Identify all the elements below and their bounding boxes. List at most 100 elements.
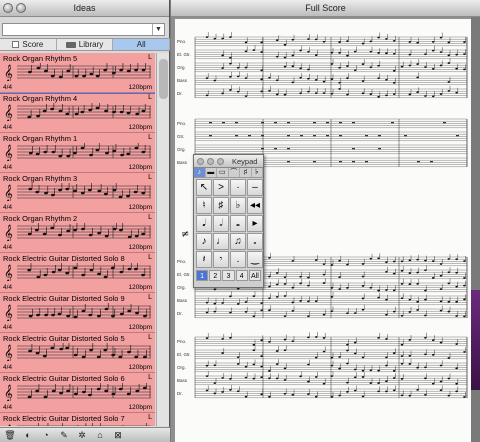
staff-label: Org. [177, 285, 186, 290]
keypad-key[interactable]: 𝅝 [230, 215, 246, 232]
keypad-key[interactable]: ♫ [230, 233, 246, 250]
voice-tab-1[interactable]: 1 [196, 270, 209, 281]
svg-text:≠: ≠ [181, 229, 189, 240]
keypad-key[interactable]: ♭ [230, 197, 246, 214]
keypad-key[interactable]: . [230, 251, 246, 268]
edit-icon[interactable]: ✎ [57, 430, 71, 441]
keypad-key[interactable]: 𝅗 [247, 233, 263, 250]
filter-score[interactable]: Score [0, 39, 57, 50]
idea-time-signature: 4/4 [3, 124, 13, 131]
staff-label: Pno. [177, 121, 186, 126]
idea-item[interactable]: Rock Electric Guitar Distorted Solo 7 L 𝄞 [0, 413, 155, 426]
keypad-panel: Keypad ♪ ▬ ▭ ⌒ ♯ 𝄬 ↖ > · – ♮ ♯ ♭ ◂◂ 𝅘𝅥 𝅗𝅥 𝅝 ▸ ♪ ♩ ♫ 𝅗 𝄽 𝄾… [193, 154, 264, 288]
staff-label: Bass [177, 298, 188, 303]
keypad-titlebar[interactable]: Keypad [194, 155, 263, 168]
idea-loop-marker: L [148, 54, 152, 61]
layout-common-notes[interactable]: ♪ [194, 168, 206, 177]
lightbulb-icon[interactable]: ◔ [39, 430, 53, 441]
idea-item[interactable]: Rock Organ Rhythm 4 L 𝄞 4/4 120bpm [0, 93, 155, 133]
staff-label: El. Gtr. [177, 352, 191, 357]
ideas-search-input[interactable]: ▼ [2, 23, 165, 36]
keypad-key[interactable]: · [230, 179, 246, 196]
ideas-toolbar: 🗑 ◐ ◔ ✎ ✲ ⌂ ⊠ [0, 427, 170, 442]
idea-item[interactable]: Rock Organ Rhythm 3 L 𝄞 4/4 120bpm [0, 173, 155, 213]
idea-name: Rock Organ Rhythm 5 [3, 54, 78, 63]
staff-label: Org. [177, 65, 186, 70]
scrollbar-thumb[interactable] [159, 59, 168, 99]
ideas-filter-tabs: Score Library All [0, 38, 171, 51]
capture-icon[interactable]: ◐ [21, 430, 35, 441]
idea-notation-preview: 𝄞 [4, 263, 151, 281]
minimize-icon[interactable] [16, 3, 26, 13]
checkbox-icon[interactable] [12, 41, 20, 48]
svg-text:𝄞: 𝄞 [4, 264, 13, 281]
layout-beams[interactable]: ▭ [217, 168, 229, 177]
keypad-voice-tabs: 1 2 3 4 All [194, 270, 263, 281]
keypad-key[interactable]: ◂◂ [247, 197, 263, 214]
idea-tempo: 120bpm [128, 364, 153, 371]
idea-time-signature: 4/4 [3, 404, 13, 411]
keypad-key[interactable]: > [213, 179, 229, 196]
settings-icon[interactable]: ✲ [75, 430, 89, 441]
idea-item[interactable]: Rock Organ Rhythm 5 L 𝄞 4/4 120bpm [0, 53, 155, 94]
close-icon[interactable] [197, 158, 204, 165]
staff-label: Dr. [177, 91, 183, 96]
idea-item[interactable]: Rock Electric Guitar Distorted Solo 5 L 𝄞 4… [0, 333, 155, 373]
filter-all-label: All [136, 40, 146, 49]
idea-loop-marker: L [148, 94, 152, 101]
idea-item[interactable]: Rock Electric Guitar Distorted Solo 8 L 𝄞 4… [0, 253, 155, 293]
layout-accidentals[interactable]: ♯ [240, 168, 252, 177]
keypad-key[interactable]: 𝄾 [213, 251, 229, 268]
idea-notation-preview: 𝄞 [4, 103, 151, 121]
keypad-key[interactable]: ♩ [213, 233, 229, 250]
idea-item[interactable]: Rock Organ Rhythm 1 L 𝄞 4/4 120bpm [0, 133, 155, 173]
idea-time-signature: 4/4 [3, 244, 13, 251]
keypad-key[interactable]: 𝄽 [196, 251, 212, 268]
minimize-icon[interactable] [207, 158, 214, 165]
keypad-key[interactable]: – [247, 179, 263, 196]
filter-library[interactable]: Library [57, 39, 114, 50]
idea-loop-marker: L [148, 374, 152, 381]
idea-item[interactable]: Rock Organ Rhythm 2 L 𝄞 4/4 120bpm [0, 213, 155, 253]
idea-notation-preview: 𝄞 [4, 343, 151, 361]
keypad-title: Keypad [232, 157, 258, 166]
svg-text:𝄞: 𝄞 [4, 104, 13, 121]
keypad-key[interactable]: ‿ [247, 251, 263, 268]
idea-notation-preview: 𝄞 [4, 63, 151, 81]
filter-all[interactable]: All [113, 39, 171, 50]
keypad-key[interactable]: 𝅗𝅥 [213, 215, 229, 232]
voice-tab-4[interactable]: 4 [235, 270, 248, 281]
voice-tab-2[interactable]: 2 [209, 270, 222, 281]
keypad-key[interactable]: ♪ [196, 233, 212, 250]
zoom-icon[interactable] [217, 158, 224, 165]
idea-notation-preview: 𝄞 [4, 143, 151, 161]
import-icon[interactable]: ⊠ [111, 430, 125, 441]
ideas-scrollbar[interactable] [156, 53, 169, 426]
voice-tab-3[interactable]: 3 [222, 270, 235, 281]
keypad-key[interactable]: ♯ [213, 197, 229, 214]
voice-tab-all[interactable]: All [248, 270, 262, 281]
svg-text:𝄞: 𝄞 [4, 304, 13, 321]
tag-icon[interactable]: ⌂ [93, 430, 107, 441]
keypad-key[interactable]: ▸ [247, 215, 263, 232]
close-icon[interactable] [3, 3, 13, 13]
desktop-background [471, 290, 480, 390]
keypad-key[interactable]: ♮ [196, 197, 212, 214]
idea-loop-marker: L [148, 254, 152, 261]
idea-name: Rock Organ Rhythm 2 [3, 214, 78, 223]
idea-name: Rock Electric Guitar Distorted Solo 7 [3, 414, 125, 423]
idea-item[interactable]: Rock Electric Guitar Distorted Solo 9 L 𝄞 4… [0, 293, 155, 333]
layout-articulations[interactable]: ⌒ [229, 168, 240, 177]
keypad-key[interactable]: ↖ [196, 179, 212, 196]
trash-icon[interactable]: 🗑 [3, 430, 17, 441]
layout-more-notes[interactable]: ▬ [206, 168, 217, 177]
svg-text:𝄞: 𝄞 [4, 184, 13, 201]
idea-item[interactable]: Rock Electric Guitar Distorted Solo 6 L 𝄞 4… [0, 373, 155, 413]
svg-text:𝄞: 𝄞 [4, 384, 13, 401]
idea-tempo: 120bpm [128, 324, 153, 331]
idea-loop-marker: L [148, 414, 152, 421]
keypad-key[interactable]: 𝅘𝅥 [196, 215, 212, 232]
layout-jazz[interactable]: 𝄬 [252, 168, 263, 177]
idea-tempo: 120bpm [128, 244, 153, 251]
chevron-down-icon[interactable]: ▼ [152, 24, 164, 35]
